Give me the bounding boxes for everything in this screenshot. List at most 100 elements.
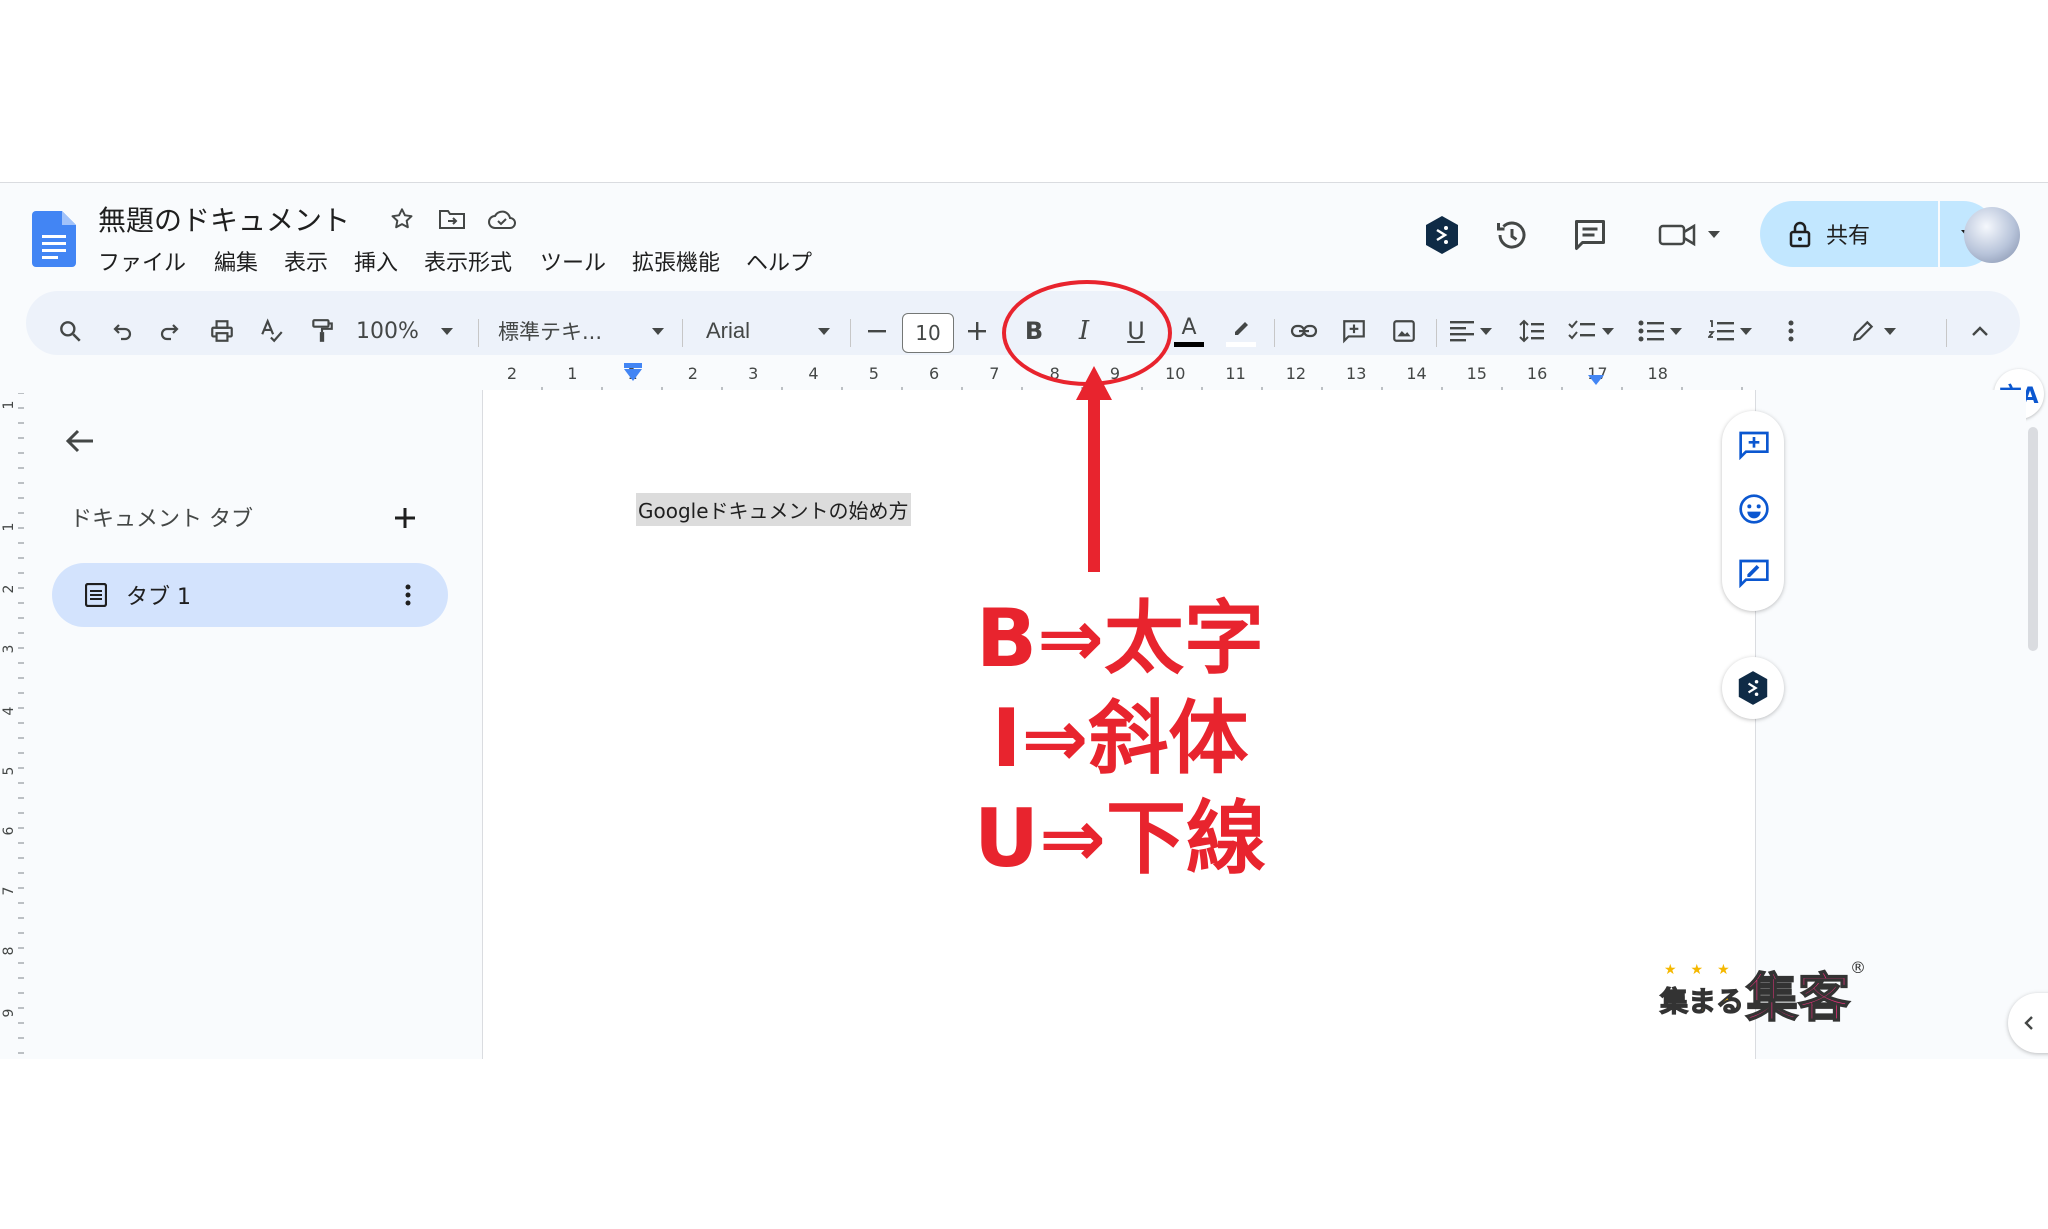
editing-mode-select[interactable] [1850, 311, 1906, 351]
ruler-label: 16 [1527, 364, 1547, 383]
ruler-label: 1 [1, 401, 17, 410]
lock-icon [1789, 221, 1811, 248]
paint-format-icon[interactable] [304, 311, 340, 351]
docs-logo[interactable] [32, 211, 76, 267]
ruler-label: 10 [1165, 364, 1185, 383]
ruler-label: 2 [1, 585, 17, 594]
meet-dropdown-icon[interactable] [1708, 231, 1720, 238]
font-value: Arial [706, 318, 751, 343]
toolbar-divider [478, 319, 479, 347]
text-color-button[interactable]: A [1170, 311, 1208, 351]
suggest-edits-icon[interactable] [1736, 555, 1772, 591]
move-folder-icon[interactable] [434, 203, 470, 235]
add-tab-icon[interactable] [388, 501, 422, 535]
insert-link-icon[interactable] [1286, 311, 1322, 351]
highlighter-icon [1235, 321, 1248, 335]
share-label: 共有 [1826, 224, 1871, 249]
right-indent-marker[interactable] [1588, 375, 1604, 385]
logo-text-big: 集客 [1745, 968, 1851, 1030]
document-title[interactable]: 無題のドキュメント [98, 199, 350, 239]
emoji-reaction-icon[interactable] [1736, 491, 1772, 527]
increase-font-size-button[interactable] [960, 311, 994, 351]
ruler-label: 6 [1, 826, 17, 835]
toolbar-divider [850, 319, 851, 347]
logo-text-small: 集まる [1659, 984, 1745, 1018]
menu-insert[interactable]: 挿入 [354, 245, 398, 277]
redo-icon[interactable] [152, 311, 188, 351]
zoom-select[interactable]: 100% [356, 311, 460, 351]
style-select[interactable]: 標準テキ... [498, 311, 664, 351]
back-arrow-icon[interactable] [58, 419, 102, 463]
decrease-font-size-button[interactable] [860, 311, 894, 351]
collapse-toolbar-icon[interactable] [1962, 311, 1998, 351]
menu-file[interactable]: ファイル [98, 245, 186, 277]
text-color-label: A [1181, 314, 1197, 340]
toolbar-divider [682, 319, 683, 347]
share-button[interactable]: 共有 [1760, 201, 1938, 267]
pencil-icon [1852, 320, 1874, 342]
undo-icon[interactable] [104, 311, 140, 351]
cloud-saved-icon[interactable] [484, 203, 520, 235]
ruler-label: 8 [1, 947, 17, 956]
left-indent-marker[interactable] [624, 369, 642, 381]
ruler-label: 15 [1467, 364, 1487, 383]
add-comment-icon[interactable] [1336, 311, 1372, 351]
menu-view[interactable]: 表示 [284, 245, 328, 277]
checklist-select[interactable] [1568, 311, 1622, 351]
star-icon[interactable] [384, 203, 420, 235]
checklist-icon [1568, 320, 1595, 340]
line-spacing-icon[interactable] [1514, 311, 1550, 351]
ruler-label: 4 [1, 706, 17, 715]
logo-registered-mark: ® [1850, 958, 1866, 977]
toolbar-divider [1274, 319, 1275, 347]
ruler-label: 4 [808, 364, 818, 383]
deepl-fab-icon[interactable] [1722, 657, 1784, 719]
font-size-value: 10 [915, 321, 941, 345]
ruler-label: 11 [1225, 364, 1245, 383]
ruler-label: 5 [869, 364, 879, 383]
more-options-icon[interactable] [1776, 311, 1806, 351]
ruler-label: 12 [1286, 364, 1306, 383]
menu-format[interactable]: 表示形式 [424, 245, 512, 277]
vertical-ruler: 1 1 2 3 4 5 6 7 8 9 [1, 393, 24, 1054]
meet-icon[interactable] [1654, 215, 1702, 255]
annotation-line-bold: B⇒太字 [975, 592, 1264, 685]
first-line-indent-marker[interactable] [624, 363, 642, 368]
menu-edit[interactable]: 編集 [214, 245, 258, 277]
sidebar-title: ドキュメント タブ [70, 507, 253, 532]
menu-help[interactable]: ヘルプ [746, 245, 812, 277]
numbered-list-select[interactable] [1708, 311, 1762, 351]
ruler-label: 13 [1346, 364, 1366, 383]
tab-label: タブ 1 [126, 585, 191, 610]
document-text-selected[interactable]: Googleドキュメントの始め方 [636, 493, 911, 526]
font-size-input[interactable]: 10 [902, 313, 954, 353]
tab-options-icon[interactable] [392, 579, 424, 611]
toolbar-divider [1436, 319, 1437, 347]
document-tab-icon [80, 579, 112, 611]
insert-image-icon[interactable] [1386, 311, 1422, 351]
vertical-scrollbar-thumb[interactable] [2028, 427, 2038, 651]
avatar[interactable] [1964, 207, 2020, 263]
align-select[interactable] [1450, 311, 1502, 351]
sidebar-item-tab-1[interactable]: タブ 1 [52, 563, 448, 627]
print-icon[interactable] [204, 311, 240, 351]
menu-tools[interactable]: ツール [540, 245, 606, 277]
menu-extensions[interactable]: 拡張機能 [632, 245, 720, 277]
ruler-label: 1 [567, 364, 577, 383]
ruler-label: 7 [989, 364, 999, 383]
ruler-label: 7 [1, 887, 17, 896]
add-comment-fab-icon[interactable] [1736, 427, 1772, 463]
annotation-line-underline: U⇒下線 [974, 792, 1266, 885]
bulleted-list-icon [1638, 320, 1664, 342]
ruler-label: 2 [507, 364, 517, 383]
spellcheck-icon[interactable] [254, 311, 290, 351]
font-select[interactable]: Arial [706, 311, 830, 351]
search-menus-icon[interactable] [52, 311, 88, 351]
bulleted-list-select[interactable] [1638, 311, 1692, 351]
deepl-icon[interactable] [1420, 211, 1464, 259]
highlight-color-button[interactable] [1222, 311, 1260, 351]
version-history-icon[interactable] [1490, 213, 1534, 257]
comments-icon[interactable] [1568, 213, 1612, 257]
annotation-arrow [1076, 366, 1112, 572]
ruler-label: 3 [1, 645, 17, 654]
